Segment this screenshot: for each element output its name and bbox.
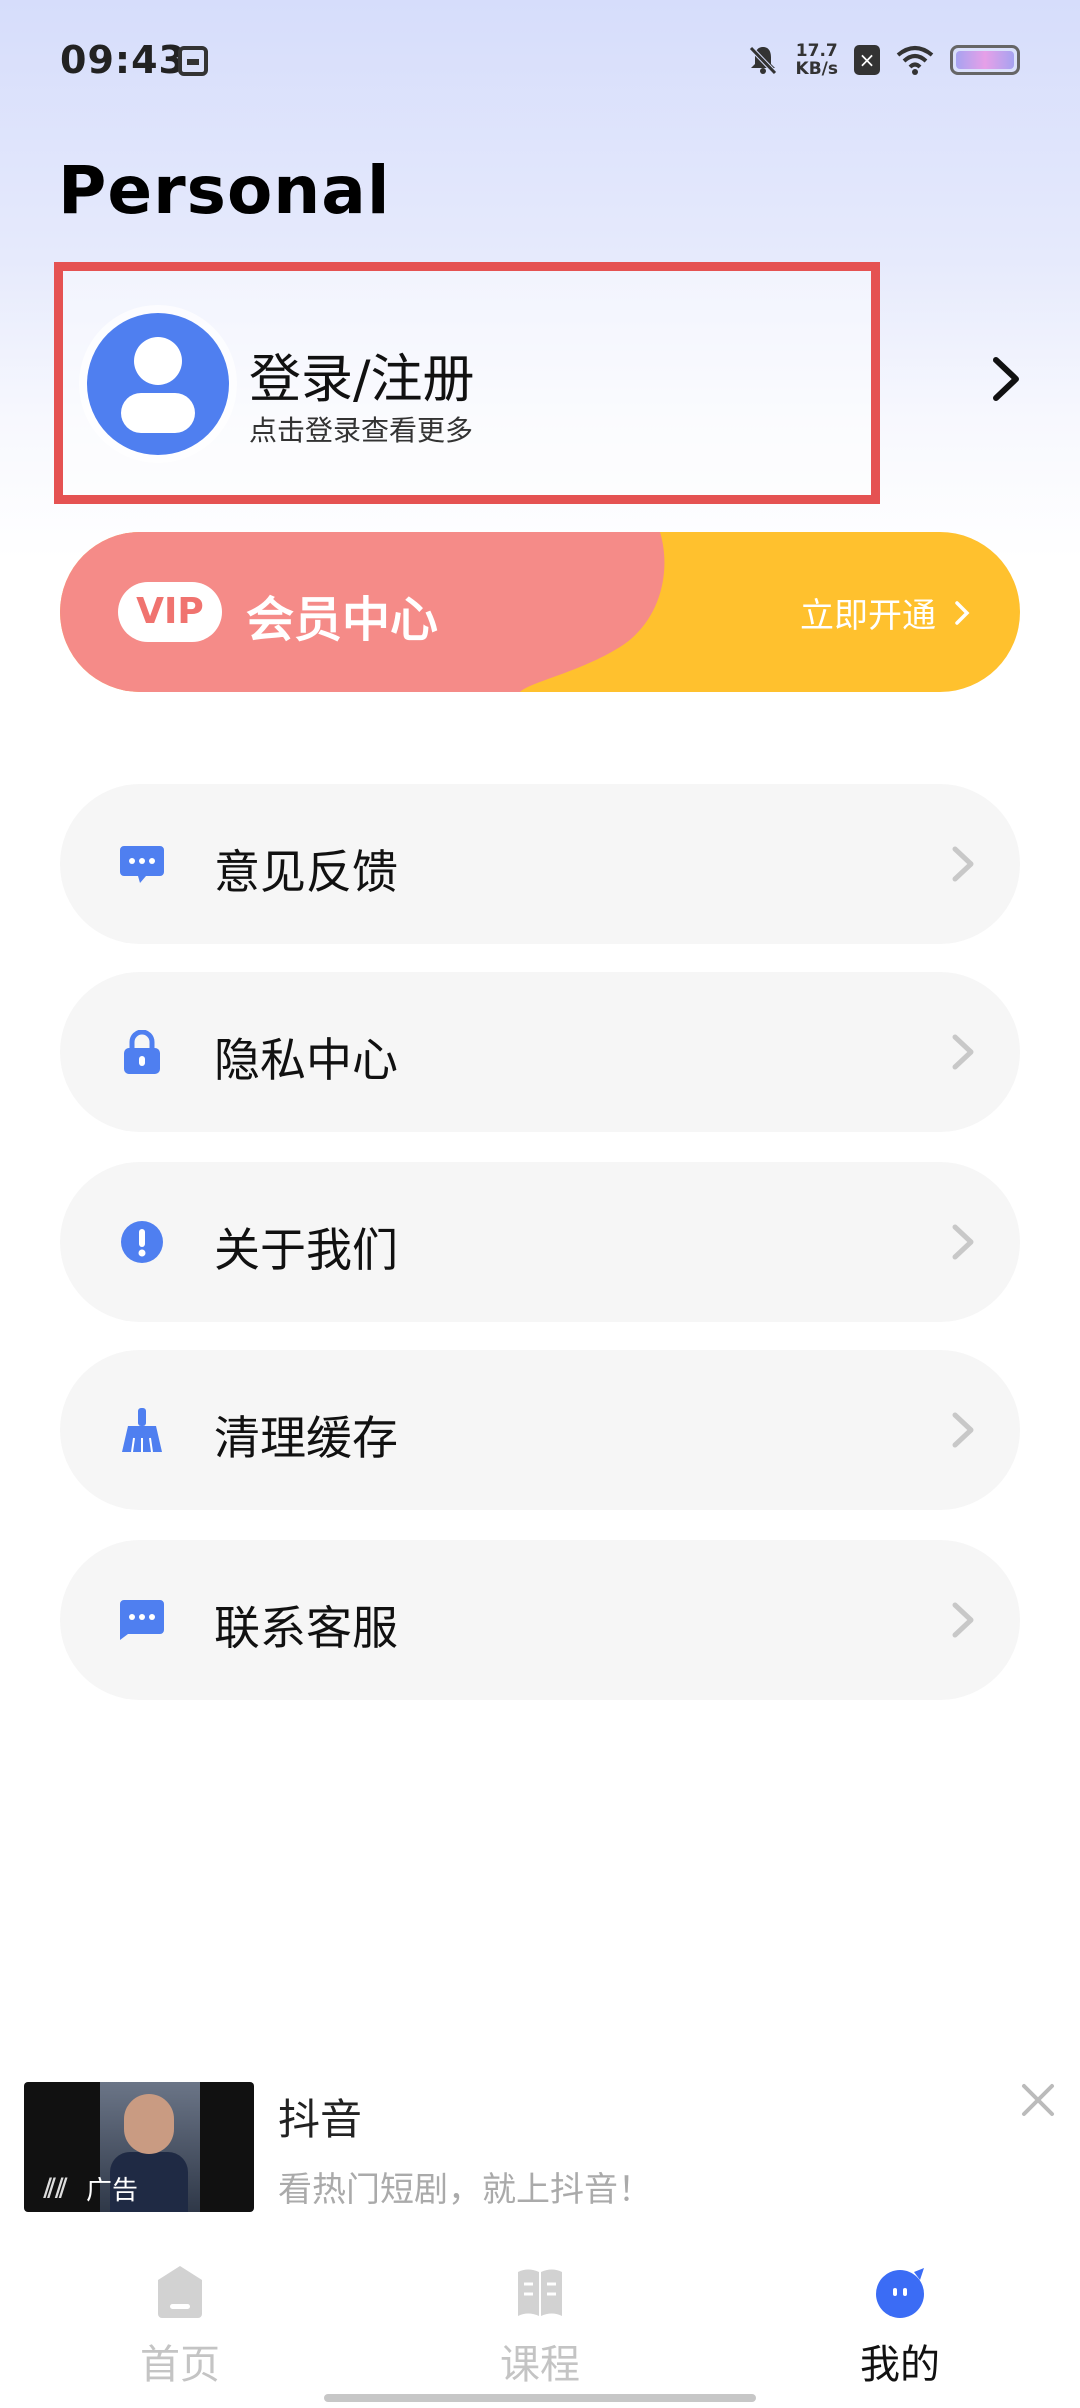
vip-open-now-button[interactable]: 立即开通 [800,588,970,637]
ad-thumbnail-figure-head [124,2094,174,2154]
menu-item-about-us[interactable]: 关于我们 [60,1162,1020,1322]
profile-face-icon [876,2268,924,2318]
menu-label: 意见反馈 [214,845,398,899]
net-speed-unit: KB/s [795,59,838,79]
battery-level [956,51,1014,69]
broom-icon [122,1408,162,1452]
status-bar: 09:43 17.7 KB/s × [0,0,1080,120]
info-icon [121,1221,163,1263]
home-indicator[interactable] [324,2394,756,2402]
menu-item-contact-support[interactable]: 联系客服 [60,1540,1020,1700]
chevron-right-icon [952,1034,974,1070]
close-icon[interactable] [1018,2080,1058,2120]
chevron-right-icon[interactable] [988,354,1024,404]
net-speed: 17.7 KB/s [796,42,838,78]
wifi-icon [896,46,934,75]
chevron-right-icon [952,1224,974,1260]
nav-item-mine[interactable]: 我的 [800,2250,1000,2400]
lock-icon [124,1030,160,1074]
menu-item-clear-cache[interactable]: 清理缓存 [60,1350,1020,1510]
nav-label: 我的 [860,2342,940,2388]
net-speed-value: 17.7 [795,41,838,61]
chevron-right-icon [955,600,970,625]
menu-label: 隐私中心 [214,1033,398,1087]
avatar-head [134,337,182,385]
bell-muted-icon [748,46,777,75]
feedback-icon [120,846,164,883]
menu-label: 联系客服 [214,1601,398,1655]
login-register-card[interactable]: 登录/注册 点击登录查看更多 [54,262,880,504]
ad-title[interactable]: 抖音 [278,2086,362,2147]
book-icon [518,2269,562,2316]
chevron-right-icon [952,1602,974,1638]
chevron-right-icon [952,846,974,882]
home-icon [158,2266,202,2318]
bottom-nav: 首页 课程 我的 [0,2250,1080,2408]
menu-item-feedback[interactable]: 意见反馈 [60,784,1020,944]
nav-label: 首页 [140,2342,220,2388]
ad-brand-logo-icon: ⫽⫽ [44,2174,68,2204]
vip-badge: VIP [118,582,222,642]
ad-thumbnail[interactable]: ⫽⫽ 广告 [24,2082,254,2212]
menu-label: 关于我们 [214,1223,398,1277]
chevron-right-icon [952,1412,974,1448]
menu-item-privacy[interactable]: 隐私中心 [60,972,1020,1132]
status-time: 09:43 [60,38,186,82]
avatar-icon [87,313,229,455]
vip-action-label: 立即开通 [800,596,936,636]
page-title: Personal [58,152,391,229]
vip-member-banner[interactable]: VIP 会员中心 立即开通 [60,532,1020,692]
nav-item-home[interactable]: 首页 [80,2250,280,2400]
battery-icon [950,45,1020,75]
chat-icon [120,1600,164,1640]
avatar-body [121,393,195,433]
menu-label: 清理缓存 [214,1411,398,1465]
close-box-icon: × [854,45,880,75]
nav-label: 课程 [500,2342,580,2388]
login-subtitle: 点击登录查看更多 [249,414,474,447]
vip-title: 会员中心 [246,592,439,648]
notification-app-icon [178,46,208,76]
ad-tag: 广告 [86,2176,139,2206]
nav-item-courses[interactable]: 课程 [440,2250,640,2400]
login-title: 登录/注册 [249,350,475,410]
status-icons: 17.7 KB/s × [746,40,1020,80]
ad-description[interactable]: 看热门短剧，就上抖音！ [278,2162,652,2211]
